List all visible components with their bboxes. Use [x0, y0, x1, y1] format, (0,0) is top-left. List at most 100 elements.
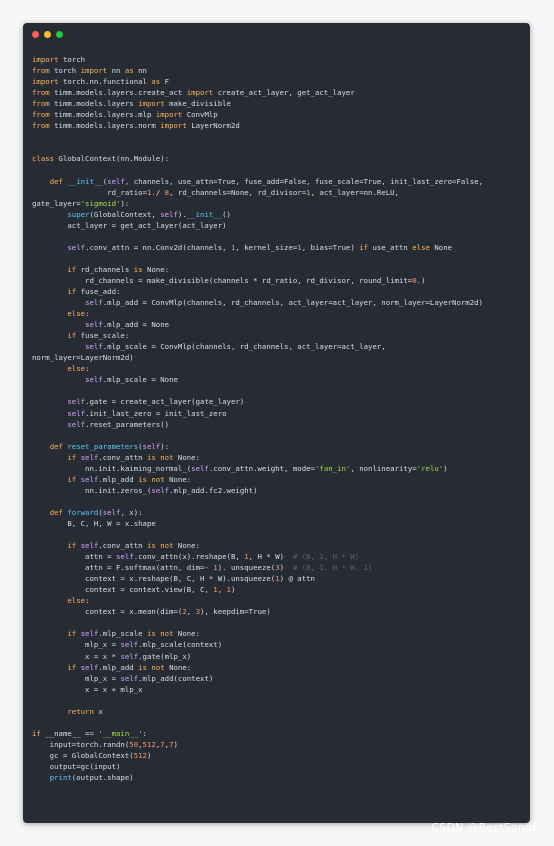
code-token: timm.models.layers.create_act — [54, 88, 183, 98]
code-token: self — [85, 320, 103, 330]
code-token: .reset_parameters() — [85, 419, 170, 429]
code-token: rd_ratio= — [32, 187, 147, 197]
code-token: None: — [146, 264, 170, 274]
code-token: as — [151, 77, 161, 87]
code-token: None: — [177, 629, 201, 639]
code-token: .conv_attn = nn.Conv2d(channels, — [85, 242, 231, 252]
code-line: x = x * self.gate(mlp_x) — [32, 651, 526, 662]
code-line: from timm.models.layers.norm import Laye… — [32, 120, 526, 131]
code-token: None: — [169, 474, 192, 484]
maximize-dot-icon[interactable] — [56, 31, 63, 38]
code-line: if self.mlp_add is not None: — [32, 662, 526, 673]
code-token: ): — [120, 198, 130, 208]
code-token: import — [160, 121, 187, 131]
code-token: .init_last_zero = init_last_zero — [85, 408, 227, 418]
code-line: gate_layer='sigmoid'): — [32, 198, 526, 209]
code-line: self.gate = create_act_layer(gate_layer) — [32, 396, 526, 407]
code-token: None: — [177, 452, 201, 462]
code-token: , nonlinearity= — [350, 463, 417, 473]
code-token: rd_channels = make_divisible(channels * … — [32, 275, 413, 285]
code-token: act_layer = get_act_layer(act_layer) — [32, 220, 227, 230]
code-line: class GlobalContext(nn.Module): — [32, 153, 526, 164]
code-token: gate_layer= — [32, 198, 81, 208]
code-token: if — [67, 541, 77, 551]
code-token: gc = GlobalContext( — [32, 750, 134, 760]
code-token: import — [155, 110, 183, 120]
window-controls — [32, 31, 63, 38]
code-token: () — [222, 209, 231, 219]
code-token: / — [155, 187, 161, 197]
code-token: ) — [146, 750, 152, 760]
code-token: x — [98, 706, 103, 716]
code-line: def reset_parameters(self): — [32, 441, 526, 452]
code-token: else — [412, 242, 430, 252]
code-token: self — [80, 629, 99, 639]
code-token: 0. — [412, 275, 422, 285]
code-token: .conv_attn.weight, mode= — [208, 463, 315, 473]
close-dot-icon[interactable] — [32, 31, 39, 38]
code-token: self — [67, 419, 86, 429]
code-token: .mlp_add — [98, 662, 139, 672]
code-token: is not — [138, 474, 165, 484]
code-token: if — [67, 629, 77, 639]
code-line: else: — [32, 363, 526, 374]
code-token: .conv_attn — [98, 452, 147, 462]
code-token: , H * W) — [248, 552, 293, 562]
code-token: nn — [138, 66, 147, 76]
code-line: if rd_channels is None: — [32, 264, 526, 275]
code-token: fuse_scale: — [80, 331, 130, 341]
code-token: 'sigmoid' — [80, 198, 121, 208]
code-line: self.mlp_add = None — [32, 319, 526, 330]
code-token: .mlp_add = None — [102, 320, 170, 330]
code-line: x = x + mlp_x — [32, 684, 526, 695]
code-token: context = context.view(B, C, — [32, 585, 214, 595]
code-token: .mlp_add(context) — [138, 673, 214, 683]
code-line: if self.mlp_scale is not None: — [32, 628, 526, 639]
code-token: .mlp_scale = ConvMlp(channels, rd_channe… — [102, 342, 386, 352]
code-token: 512 — [133, 750, 147, 760]
code-token: self — [120, 651, 139, 661]
code-token: __name__ == — [45, 728, 99, 738]
code-token: self — [85, 375, 103, 385]
code-token: , — [217, 585, 227, 595]
code-token: context = x.mean(dim=( — [32, 607, 183, 617]
code-token: mlp_x = — [32, 673, 121, 683]
code-line: input=torch.randn(50,512,7,7) — [32, 739, 526, 750]
code-token: None: — [169, 662, 192, 672]
minimize-dot-icon[interactable] — [44, 31, 51, 38]
code-token: import — [138, 99, 165, 109]
code-token: timm.models.layers.norm — [54, 121, 156, 131]
code-token: F — [164, 77, 170, 87]
code-token: : — [142, 728, 147, 738]
code-token: , act_layer=nn.ReLU, — [310, 187, 399, 197]
code-token: def — [49, 507, 63, 517]
code-token: if — [67, 331, 77, 341]
code-line: context = context.view(B, C, 1, 1) — [32, 584, 526, 595]
code-token: if — [32, 728, 41, 738]
code-token: , bias=True) — [301, 242, 360, 252]
code-line: attn = self.conv_attn(x).reshape(B, 1, H… — [32, 551, 526, 562]
code-token: reset_parameters — [67, 441, 139, 451]
code-line: else: — [32, 308, 526, 319]
code-token: ) — [443, 463, 448, 473]
code-token: .gate(mlp_x) — [138, 651, 192, 661]
code-token: is not — [138, 662, 165, 672]
code-line: nn.init.kaiming_normal_(self.conv_attn.w… — [32, 463, 526, 474]
code-token: from — [32, 99, 50, 109]
code-token: ) @ attn — [279, 574, 315, 584]
code-token: context = x.reshape(B, C, H * W).unsquee… — [32, 574, 276, 584]
code-line: from torch import nn as nn — [32, 65, 526, 76]
code-token: return — [67, 706, 94, 716]
